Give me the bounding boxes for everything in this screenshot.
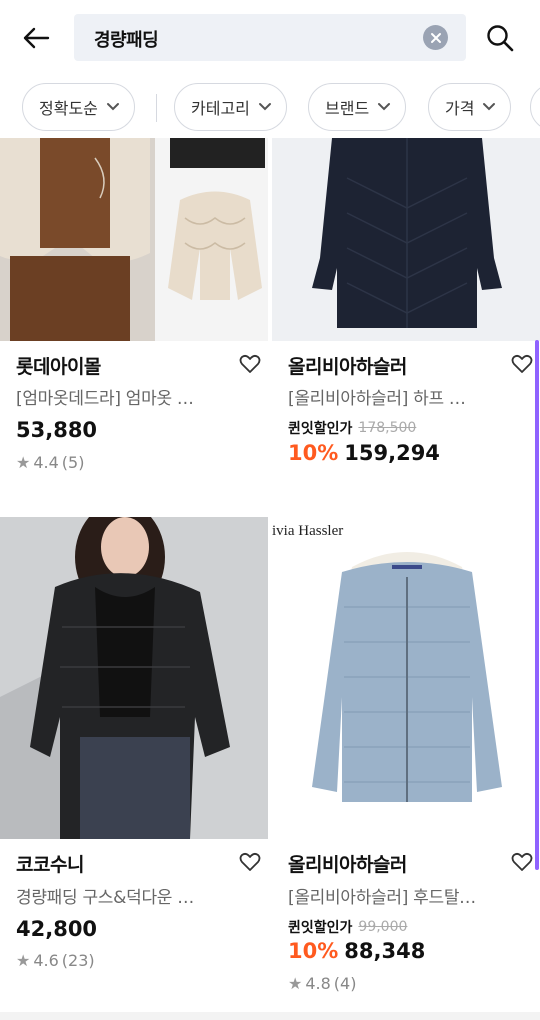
chip-label: 정확도순 (39, 99, 98, 118)
product-price: 159,294 (344, 441, 440, 465)
rating-value: 4.4 (33, 453, 59, 472)
original-price: 178,500 (358, 420, 417, 436)
rating-value: 4.6 (33, 951, 59, 970)
chevron-down-icon (106, 102, 120, 112)
sort-chip[interactable]: 정확도순 (22, 83, 135, 131)
more-chip[interactable] (530, 83, 540, 131)
product-title: [올리비아하슬러] 후드탈… (288, 888, 476, 908)
review-count: (4) (333, 974, 357, 993)
promo-label: 퀸잇할인가 (288, 920, 353, 936)
product-image[interactable]: ivia Hassler (272, 517, 540, 839)
product-brand: 롯데아이몰 (16, 356, 101, 378)
price-chip[interactable]: 가격 (428, 83, 512, 131)
filter-bar: 정확도순 카테고리 브랜드 가격 (0, 80, 540, 134)
chip-label: 카테고리 (191, 99, 250, 118)
product-card[interactable]: 롯데아이몰 [엄마옷데드라] 엄마옷 … 53,880 ★ 4.4 (5) (0, 138, 268, 508)
close-icon (430, 32, 441, 43)
back-button[interactable] (18, 20, 54, 56)
heart-icon[interactable] (238, 352, 262, 376)
product-title: [엄마옷데드라] 엄마옷 … (16, 389, 194, 409)
chip-label: 가격 (445, 99, 475, 118)
chevron-down-icon (377, 102, 391, 112)
product-title: [올리비아하슬러] 하프 … (288, 389, 466, 409)
product-price: 53,880 (16, 418, 98, 442)
bottom-divider (0, 1012, 540, 1020)
product-image[interactable] (0, 138, 268, 341)
star-icon: ★ (16, 453, 31, 472)
discount-rate: 10% (288, 441, 339, 465)
promo-label: 퀸잇할인가 (288, 421, 353, 437)
product-brand: 올리비아하슬러 (288, 854, 407, 876)
product-price: 88,348 (344, 939, 426, 963)
divider (156, 94, 157, 122)
product-brand: 올리비아하슬러 (288, 356, 407, 378)
product-image[interactable] (272, 138, 540, 341)
product-price: 42,800 (16, 917, 98, 941)
sale-price-row: 10% 159,294 (288, 441, 440, 465)
promo-row: 퀸잇할인가 99,000 (288, 917, 407, 937)
star-icon: ★ (16, 951, 31, 970)
search-button[interactable] (482, 20, 518, 56)
product-card[interactable]: 올리비아하슬러 [올리비아하슬러] 하프 … 퀸잇할인가 178,500 10%… (272, 138, 540, 508)
product-image[interactable] (0, 517, 268, 839)
heart-icon[interactable] (510, 352, 534, 376)
product-rating: ★ 4.8 (4) (288, 974, 356, 993)
original-price: 99,000 (358, 919, 408, 935)
sale-price-row: 10% 88,348 (288, 939, 425, 963)
promo-row: 퀸잇할인가 178,500 (288, 418, 416, 438)
chevron-down-icon (482, 102, 496, 112)
search-input[interactable]: 경량패딩 (74, 14, 466, 61)
heart-icon[interactable] (510, 850, 534, 874)
product-grid: 롯데아이몰 [엄마옷데드라] 엄마옷 … 53,880 ★ 4.4 (5) 올리… (0, 138, 540, 1020)
product-card[interactable]: ivia Hassler 올리비아하슬러 [올리비아하슬러] 후드탈… 퀸잇할인… (272, 517, 540, 1017)
product-card[interactable]: 코코수니 경량패딩 구스&덕다운 … 42,800 ★ 4.6 (23) (0, 517, 268, 1017)
top-bar: 경량패딩 (0, 0, 540, 76)
discount-rate: 10% (288, 939, 339, 963)
chip-label: 브랜드 (325, 99, 370, 118)
product-rating: ★ 4.6 (23) (16, 951, 95, 970)
chevron-down-icon (258, 102, 272, 112)
review-count: (23) (61, 951, 95, 970)
search-icon (487, 25, 514, 52)
clear-search-button[interactable] (423, 25, 448, 50)
scrollbar[interactable] (535, 340, 539, 870)
search-query: 경량패딩 (94, 30, 159, 51)
product-brand: 코코수니 (16, 854, 84, 876)
product-title: 경량패딩 구스&덕다운 … (16, 888, 194, 908)
rating-value: 4.8 (305, 974, 331, 993)
arrow-left-icon (23, 27, 50, 49)
review-count: (5) (61, 453, 85, 472)
category-chip[interactable]: 카테고리 (174, 83, 287, 131)
product-rating: ★ 4.4 (5) (16, 453, 84, 472)
star-icon: ★ (288, 974, 303, 993)
heart-icon[interactable] (238, 850, 262, 874)
brand-chip[interactable]: 브랜드 (308, 83, 407, 131)
